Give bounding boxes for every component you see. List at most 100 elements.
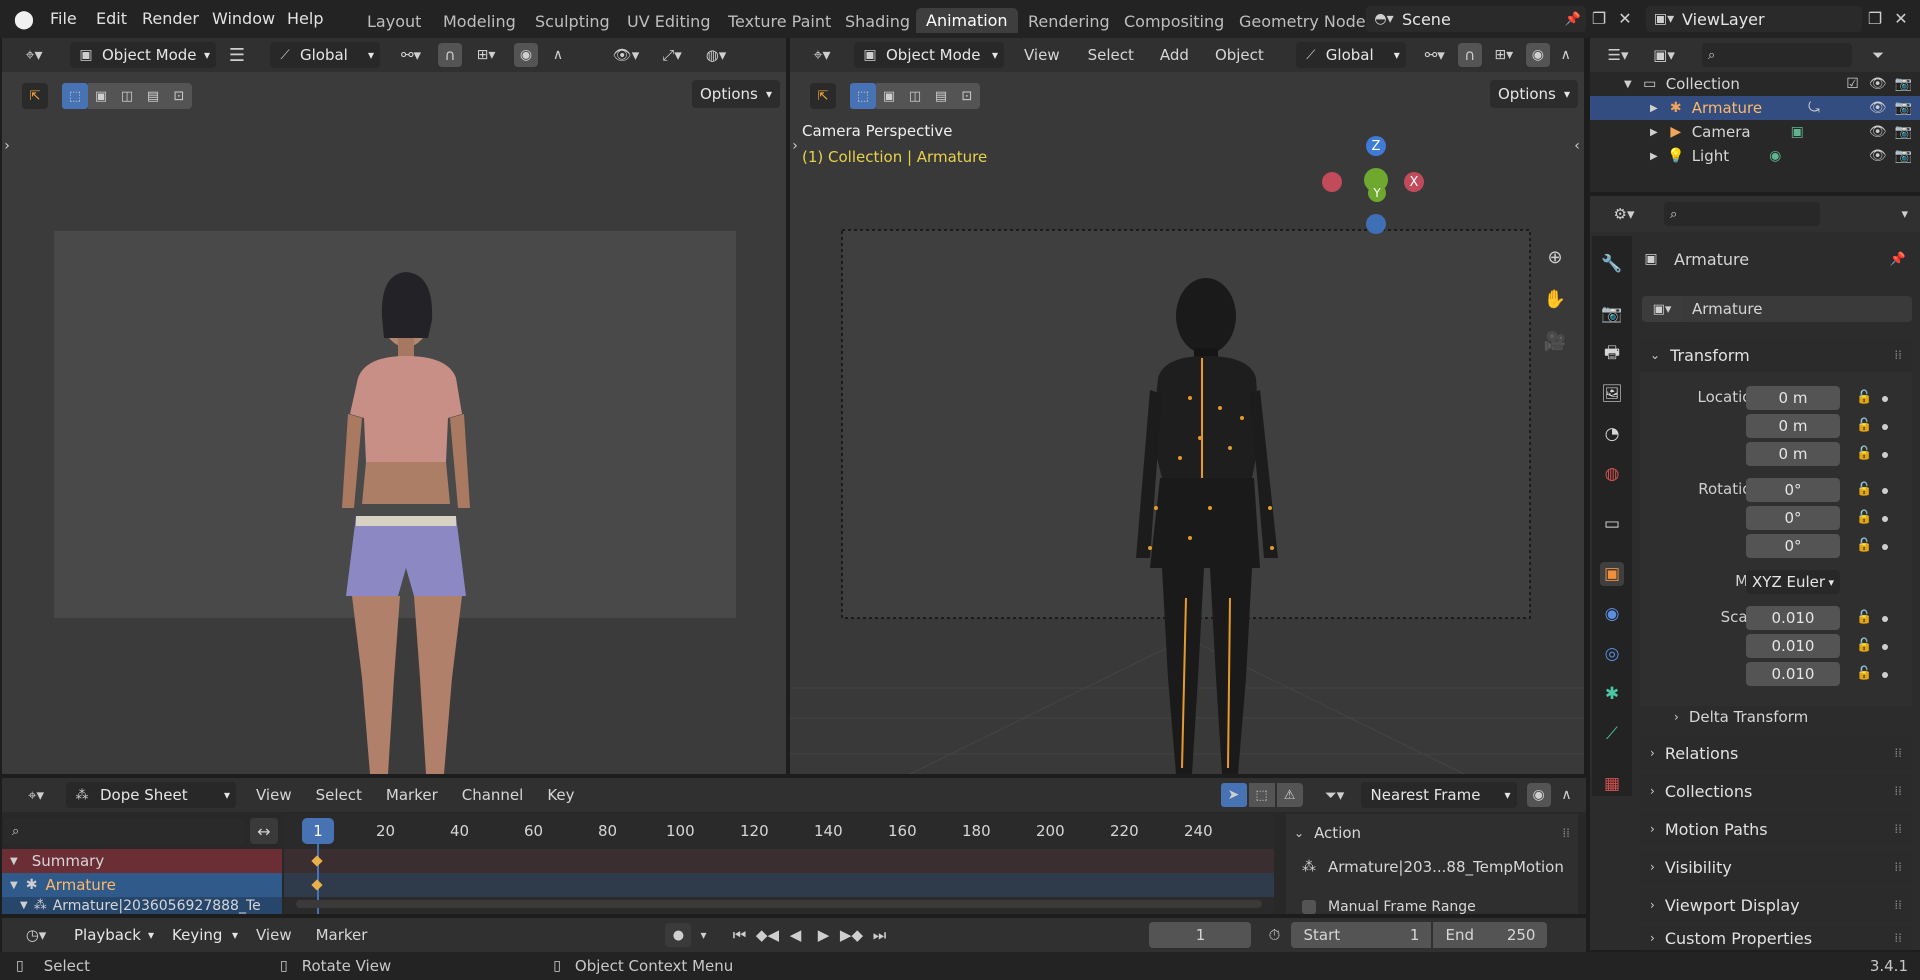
stopwatch-icon[interactable]: ⏱ <box>1261 926 1287 944</box>
editor-type-icon[interactable]: ⚙▾ <box>1604 205 1644 223</box>
keyframe-dot-icon[interactable] <box>1882 644 1888 650</box>
expand-down-icon[interactable]: ▼ <box>10 856 18 867</box>
outliner-row-camera[interactable]: ▶ ▶ Camera ▣ 👁 📷 <box>1590 120 1920 144</box>
tool-icon[interactable]: 🔧 <box>1600 252 1624 276</box>
drag-handle-icon[interactable]: ⁞⁞ <box>1894 822 1902 836</box>
playback-menu[interactable]: Playback ▾ <box>66 922 158 948</box>
snap-mode-dropdown[interactable]: Nearest Frame ▾ <box>1360 782 1517 808</box>
drag-handle-icon[interactable]: ⁞⁞ <box>1894 898 1902 912</box>
channel-action[interactable]: ▼ ⁂ Armature|2036056927888_Te <box>2 897 282 914</box>
eye-icon[interactable]: 👁 <box>1869 148 1887 164</box>
filter-icon[interactable]: ⏷▾ <box>1317 786 1353 804</box>
object-icon[interactable]: ▣ <box>1600 562 1624 586</box>
custom-properties-panel[interactable]: › Custom Properties ⁞⁞ <box>1640 926 1912 950</box>
drag-handle-icon[interactable]: ⁞⁞ <box>1894 348 1902 362</box>
scene-icon[interactable]: ◔ <box>1600 422 1624 446</box>
delta-transform-subpanel[interactable]: › Delta Transform <box>1660 704 1910 730</box>
play-icon[interactable]: ▶ <box>809 926 837 944</box>
lock-icon[interactable]: 🔓 <box>1856 610 1874 626</box>
navigation-gizmo[interactable]: Z Y X <box>1320 128 1424 238</box>
expand-down-icon[interactable]: ▼ <box>20 900 28 911</box>
outliner-row-light[interactable]: ▶ 💡 Light ◉ 👁 📷 <box>1590 144 1920 168</box>
menu-marker[interactable]: Marker <box>316 926 368 944</box>
new-scene-icon[interactable]: ❐ <box>1588 7 1610 29</box>
viewport-display-panel[interactable]: › Viewport Display ⁞⁞ <box>1640 888 1912 922</box>
swap-icon[interactable]: ↔ <box>250 818 278 844</box>
start-frame-field[interactable]: Start 1 <box>1291 922 1432 948</box>
timeline-scrollbar[interactable] <box>296 900 1262 908</box>
scale-z-field[interactable]: 0.010 <box>1746 662 1840 686</box>
lock-icon[interactable]: 🔓 <box>1856 482 1874 498</box>
output-icon[interactable]: 🖶 <box>1600 342 1624 366</box>
box-select-icon[interactable]: ⬚ <box>1248 783 1275 807</box>
object-name-field[interactable]: Armature <box>1682 296 1912 322</box>
tab-compositing[interactable]: Compositing <box>1124 12 1224 31</box>
action-selector[interactable]: ⁂ Armature|203...88_TempMotion <box>1290 854 1570 880</box>
render-icon[interactable]: 📷 <box>1600 302 1624 326</box>
expand-right-icon[interactable]: ▶ <box>1650 127 1658 138</box>
view-layer-selector[interactable]: ▣▾ ViewLayer <box>1646 6 1862 32</box>
clock-editor-icon[interactable]: ◷▾ <box>16 926 56 944</box>
filter-icon[interactable]: ⏷ <box>1866 46 1890 64</box>
proportional-edit-icon[interactable]: ◉ <box>1526 783 1551 807</box>
location-z-field[interactable]: 0 m <box>1746 442 1840 466</box>
left-viewport[interactable]: ⌖▾ ▣ Object Mode ▾ ☰ ⟋ Global ▾ ⚯▾ ∩ ⊞▾ … <box>2 38 786 774</box>
channel-armature[interactable]: ▼ ✱ Armature <box>2 873 282 897</box>
menu-key[interactable]: Key <box>547 786 574 804</box>
scene-selector[interactable]: ◓▾ Scene 📌 <box>1366 6 1586 32</box>
expand-right-icon[interactable]: ▶ <box>1650 151 1658 162</box>
pan-hand-icon[interactable]: ✋ <box>1542 286 1568 312</box>
keyframe-dot-icon[interactable] <box>1882 488 1888 494</box>
expand-right-icon[interactable]: ▶ <box>1650 103 1658 114</box>
camera-render-icon[interactable]: 📷 <box>1895 76 1912 92</box>
z-axis-icon[interactable]: Z <box>1366 136 1386 156</box>
object-data-armature-icon[interactable]: ✱ <box>1600 682 1624 706</box>
dope-sheet-mode-selector[interactable]: ⁂ Dope Sheet ▾ <box>66 782 236 808</box>
scale-x-field[interactable]: 0.010 <box>1746 606 1840 630</box>
keyframe-dot-icon[interactable] <box>1882 516 1888 522</box>
drag-handle-icon[interactable]: ⁞⁞ <box>1894 931 1902 945</box>
menu-view[interactable]: View <box>256 926 292 944</box>
menu-edit[interactable]: Edit <box>96 9 127 28</box>
keying-menu[interactable]: Keying ▾ <box>164 922 242 948</box>
relations-panel[interactable]: › Relations ⁞⁞ <box>1640 736 1912 770</box>
menu-marker[interactable]: Marker <box>386 786 438 804</box>
falloff-icon[interactable]: ∧ <box>1555 787 1579 803</box>
rotation-mode-dropdown[interactable]: XYZ Euler ▾ <box>1746 570 1840 594</box>
new-view-layer-icon[interactable]: ❐ <box>1864 7 1886 29</box>
channel-search[interactable]: ⌕ <box>4 818 244 844</box>
lock-icon[interactable]: 🔓 <box>1856 390 1874 406</box>
editor-type-icon[interactable]: ⌖▾ <box>16 786 56 804</box>
modifier-icon[interactable]: ◉ <box>1600 602 1624 626</box>
end-frame-field[interactable]: End 250 <box>1433 922 1548 948</box>
drag-handle-icon[interactable]: ⁞⁞ <box>1894 784 1902 798</box>
keyframe-dot-icon[interactable] <box>1882 616 1888 622</box>
lock-icon[interactable]: 🔓 <box>1856 666 1874 682</box>
lock-icon[interactable]: 🔓 <box>1856 538 1874 554</box>
expand-down-icon[interactable]: ▼ <box>1624 79 1632 90</box>
current-frame-field[interactable]: 1 <box>1149 922 1252 948</box>
tab-animation[interactable]: Animation <box>916 8 1018 33</box>
outliner-row-armature[interactable]: ▶ ✱ Armature ⤿ 👁 📷 <box>1590 96 1920 120</box>
pin-icon[interactable]: 📌 <box>1890 252 1906 267</box>
collection-icon[interactable]: ▭ <box>1600 512 1624 536</box>
display-mode-icon[interactable]: ▣▾ <box>1646 46 1682 64</box>
tab-layout[interactable]: Layout <box>367 12 421 31</box>
pin-icon[interactable]: 📌 <box>1560 12 1586 27</box>
keyframe-dot-icon[interactable] <box>1882 672 1888 678</box>
action-panel-header[interactable]: ⌄ Action ⁞⁞ <box>1290 820 1570 846</box>
drag-handle-icon[interactable]: ⁞⁞ <box>1562 826 1570 840</box>
tab-sculpting[interactable]: Sculpting <box>535 12 610 31</box>
menu-select[interactable]: Select <box>316 786 362 804</box>
chevron-down-icon[interactable]: ▾ <box>1901 207 1908 222</box>
eye-icon[interactable]: 👁 <box>1869 76 1887 92</box>
lock-icon[interactable]: 🔓 <box>1856 510 1874 526</box>
camera-view-icon[interactable]: 🎥 <box>1542 328 1568 354</box>
warning-icon[interactable]: ⚠ <box>1276 783 1303 807</box>
properties-search[interactable]: ⌕ <box>1664 202 1820 226</box>
rotation-y-field[interactable]: 0° <box>1746 506 1840 530</box>
lock-icon[interactable]: 🔓 <box>1856 446 1874 462</box>
tab-texture-paint[interactable]: Texture Paint <box>728 12 831 31</box>
editor-type-icon[interactable]: ☰▾ <box>1600 46 1636 64</box>
expand-down-icon[interactable]: ▼ <box>10 880 18 891</box>
